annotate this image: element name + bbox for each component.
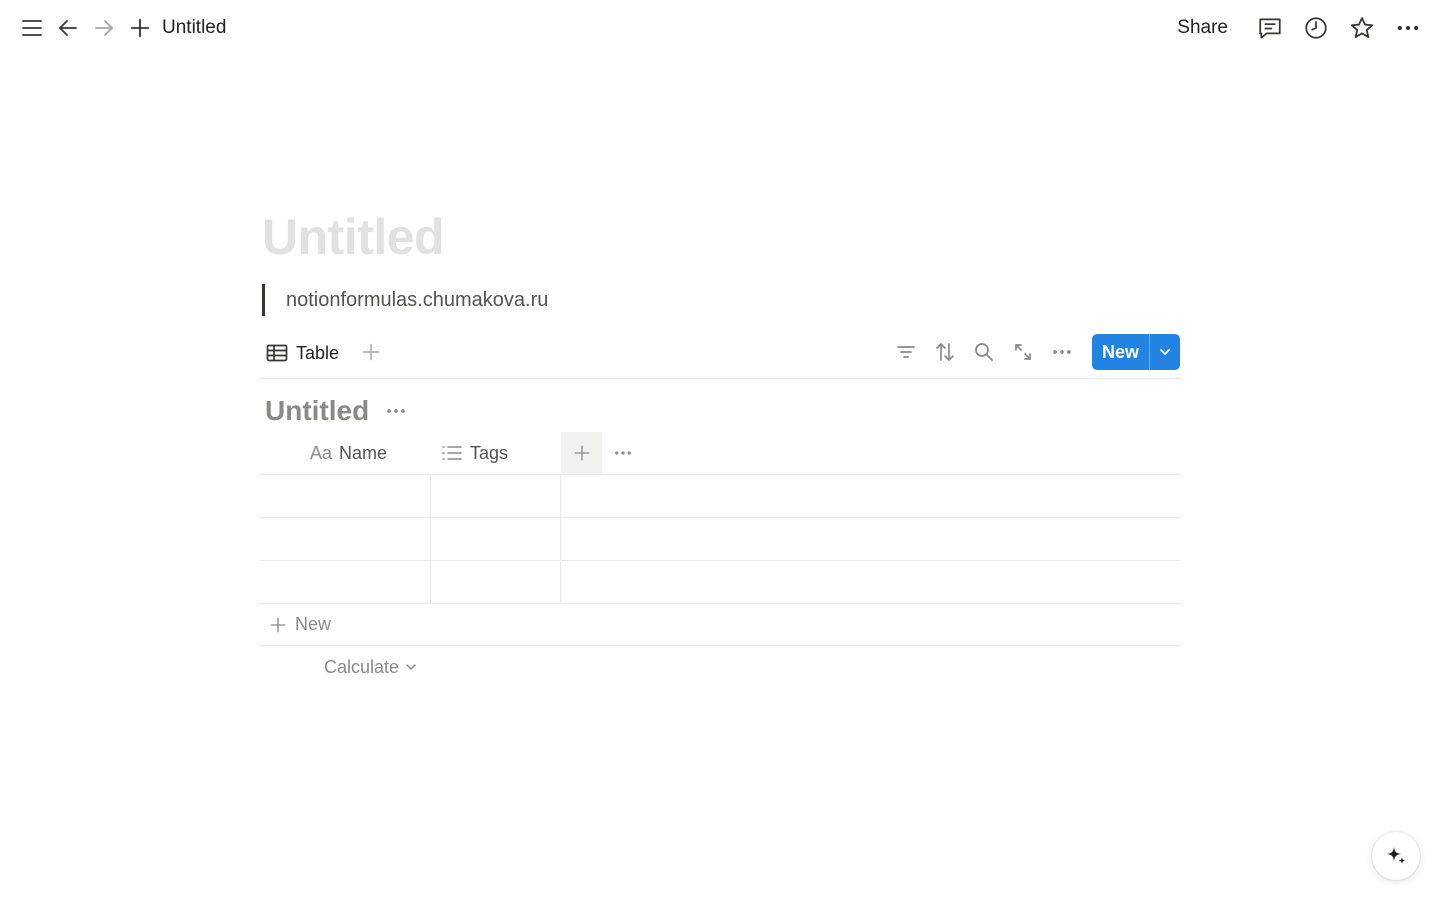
sort-icon xyxy=(936,343,955,361)
add-row-label: New xyxy=(295,614,332,634)
plus-icon xyxy=(362,343,380,361)
more-icon xyxy=(1397,25,1419,31)
database-title-row: Untitled xyxy=(265,393,407,429)
history-button[interactable] xyxy=(1298,10,1334,46)
calculate-row: Calculate xyxy=(260,646,1180,688)
header-more-button[interactable] xyxy=(612,432,634,474)
more-icon xyxy=(387,409,405,413)
back-arrow-icon xyxy=(59,20,77,36)
add-property-button[interactable] xyxy=(561,432,602,474)
column-header-name[interactable]: Aa Name xyxy=(310,432,387,474)
table-row xyxy=(260,518,1180,561)
add-row-button[interactable]: New xyxy=(260,604,1180,646)
cell-tags[interactable] xyxy=(431,518,561,560)
cell-name[interactable] xyxy=(260,518,431,560)
table-header: Aa Name Tags xyxy=(260,432,1180,475)
share-button[interactable]: Share xyxy=(1177,17,1228,39)
new-button[interactable]: New xyxy=(1092,334,1149,370)
calculate-label: Calculate xyxy=(324,656,400,677)
comment-icon xyxy=(1259,18,1281,39)
view-tab-label: Table xyxy=(296,342,340,363)
cell-tags[interactable] xyxy=(431,561,561,603)
cell-empty xyxy=(561,518,1180,560)
database-title[interactable]: Untitled xyxy=(265,395,369,427)
forward-button[interactable] xyxy=(86,10,122,46)
column-header-label: Name xyxy=(339,442,388,463)
chevron-down-icon xyxy=(1160,349,1170,355)
new-page-button[interactable] xyxy=(122,10,158,46)
more-icon xyxy=(1053,350,1072,354)
page-more-button[interactable] xyxy=(1390,10,1426,46)
view-more-button[interactable] xyxy=(1043,334,1082,370)
back-button[interactable] xyxy=(50,10,86,46)
expand-icon xyxy=(1015,344,1032,360)
database-table: Aa Name Tags New Calculate xyxy=(260,432,1180,688)
search-icon xyxy=(975,343,994,361)
plus-icon xyxy=(130,18,150,38)
menu-icon xyxy=(22,20,42,36)
star-icon xyxy=(1350,17,1374,38)
cell-name[interactable] xyxy=(260,475,431,517)
sparkle-icon xyxy=(1387,847,1406,865)
text-icon: Aa xyxy=(310,442,333,463)
cell-name[interactable] xyxy=(260,561,431,603)
plus-icon xyxy=(270,617,286,632)
table-row xyxy=(260,475,1180,518)
new-dropdown-button[interactable] xyxy=(1149,334,1180,370)
top-bar-right: Share xyxy=(1177,10,1426,46)
table-row xyxy=(260,561,1180,604)
table-icon xyxy=(266,344,288,362)
quote-block[interactable]: notionformulas.chumakova.ru xyxy=(262,284,548,316)
expand-button[interactable] xyxy=(1004,334,1043,370)
chevron-down-icon xyxy=(406,664,416,670)
favorite-button[interactable] xyxy=(1344,10,1380,46)
page-title[interactable]: Untitled xyxy=(262,208,445,266)
view-tab-table[interactable]: Table xyxy=(266,338,339,368)
column-header-label: Tags xyxy=(470,442,509,463)
list-icon xyxy=(442,446,462,460)
cell-empty xyxy=(561,561,1180,603)
clock-icon xyxy=(1305,17,1327,39)
top-bar-left: Untitled xyxy=(14,10,226,46)
add-view-button[interactable] xyxy=(358,338,384,366)
more-icon xyxy=(615,451,631,455)
quote-text: notionformulas.chumakova.ru xyxy=(286,288,549,311)
cell-tags[interactable] xyxy=(431,475,561,517)
forward-arrow-icon xyxy=(95,20,113,36)
breadcrumb-title[interactable]: Untitled xyxy=(162,17,226,39)
cell-empty xyxy=(561,475,1180,517)
column-header-tags[interactable]: Tags xyxy=(441,432,508,474)
filter-button[interactable] xyxy=(887,334,926,370)
view-tools: New xyxy=(887,334,1180,370)
ai-assistant-button[interactable] xyxy=(1372,832,1420,880)
sort-button[interactable] xyxy=(926,334,965,370)
menu-button[interactable] xyxy=(14,10,50,46)
comments-button[interactable] xyxy=(1252,10,1288,46)
top-bar: Untitled Share xyxy=(0,0,1440,56)
search-button[interactable] xyxy=(965,334,1004,370)
new-button-group: New xyxy=(1091,334,1180,370)
view-bar: Table New xyxy=(260,334,1180,379)
database-more-button[interactable] xyxy=(385,400,407,422)
calculate-button[interactable]: Calculate xyxy=(324,646,417,688)
plus-icon xyxy=(574,445,589,461)
filter-icon xyxy=(897,346,916,358)
